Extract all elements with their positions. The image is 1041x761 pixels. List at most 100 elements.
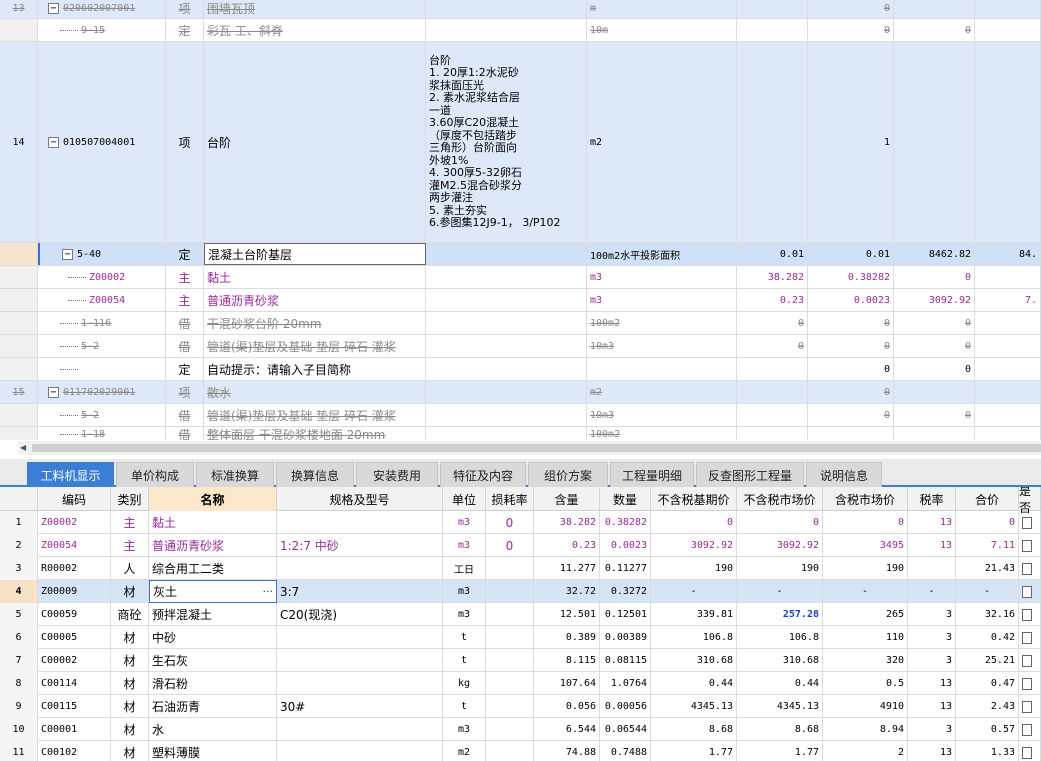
item-cell-unit[interactable]: 10m3 [587,404,737,426]
collapse-toggle-icon[interactable]: − [48,386,59,398]
resource-cell-unit[interactable]: m3 [443,580,486,603]
item-cell-unit[interactable]: m2 [587,381,737,403]
item-cell-desc[interactable] [426,335,587,357]
tab-7[interactable]: 工程量明细 [610,462,694,487]
resource-cell-base[interactable]: - [651,580,737,603]
item-cell-q1[interactable] [737,404,808,426]
item-cell-desc[interactable] [426,19,587,41]
resource-row[interactable]: 11 C00102 材 塑料薄膜 m2 74.88 0.7488 1.77 1.77 2 13 1.3… [0,741,1041,761]
item-cell-desc[interactable] [426,312,587,334]
resource-cell-total[interactable]: 7.11 [956,534,1019,557]
resource-cell-base[interactable]: 190 [651,557,737,580]
resource-cell-rate[interactable] [908,557,956,580]
item-cell-unit[interactable]: m2 [587,42,737,242]
resource-cell-name[interactable]: 黏土 [149,511,277,534]
resource-cell-loss[interactable] [486,718,534,741]
resource-cell-tax_market[interactable]: 3495 [823,534,908,557]
column-header-spec[interactable]: 规格及型号 [277,487,443,511]
item-cell-total[interactable] [975,42,1041,242]
item-cell-q1[interactable] [737,381,808,403]
resource-cell-unit[interactable]: kg [443,672,486,695]
item-cell-unit[interactable]: m [587,0,737,18]
item-cell-total[interactable] [975,335,1041,357]
horizontal-scrollbar[interactable]: ◀ [18,441,1041,455]
resource-cell-qty[interactable]: 0.08115 [600,649,651,672]
resource-cell-market[interactable]: 0.44 [737,672,823,695]
resource-cell-rate[interactable]: 13 [908,511,956,534]
resource-cell-rate[interactable]: 3 [908,626,956,649]
resource-cell-code[interactable]: C00114 [38,672,111,695]
resource-cell-qty[interactable]: 1.0764 [600,672,651,695]
item-cell-q1[interactable] [737,42,808,242]
item-cell-q1[interactable]: 0 [737,312,808,334]
item-cell-name[interactable]: 台阶 [204,42,426,242]
resource-cell-code[interactable]: C00005 [38,626,111,649]
resource-cell-name[interactable]: 灰土 ··· [149,580,277,603]
item-cell-type[interactable]: 定 [166,19,204,41]
item-cell-desc[interactable] [426,0,587,18]
item-cell-name[interactable]: 混凝土台阶基层 [204,243,426,265]
item-cell-q2[interactable]: 0 [808,358,894,380]
resource-cell-tax_market[interactable]: 0.5 [823,672,908,695]
column-header-base[interactable]: 不含税基期价 [651,487,737,511]
resource-cell-loss[interactable]: 0 [486,534,534,557]
resource-cell-qty[interactable]: 0.38282 [600,511,651,534]
resource-cell-code[interactable]: C00001 [38,718,111,741]
resource-cell-total[interactable]: 2.43 [956,695,1019,718]
item-cell-code[interactable]: 1-18 [38,427,166,440]
resource-cell-rate[interactable]: - [908,580,956,603]
item-cell-unit[interactable]: 100m2 [587,312,737,334]
resource-cell-unit[interactable]: m3 [443,718,486,741]
resource-cell-content[interactable]: 0.056 [534,695,600,718]
tab-9[interactable]: 说明信息 [806,462,882,487]
resource-cell-name[interactable]: 水 [149,718,277,741]
row-checkbox[interactable] [1022,516,1032,529]
item-cell-q1[interactable]: 0.01 [737,243,808,265]
item-cell-price[interactable]: 0 [894,19,975,41]
resource-cell-qty[interactable]: 0.11277 [600,557,651,580]
item-cell-q2[interactable]: 1 [808,42,894,242]
resource-cell-total[interactable]: 1.33 [956,741,1019,761]
resource-cell-tax_market[interactable]: 190 [823,557,908,580]
resource-cell-content[interactable]: 32.72 [534,580,600,603]
item-cell-price[interactable] [894,427,975,440]
resource-cell-qty[interactable]: 0.12501 [600,603,651,626]
resource-cell-unit[interactable]: t [443,695,486,718]
resource-cell-cat[interactable]: 材 [111,718,149,741]
resource-cell-cat[interactable]: 材 [111,741,149,761]
row-checkbox[interactable] [1022,608,1032,621]
resource-cell-flag[interactable] [1019,511,1041,534]
resource-cell-spec[interactable] [277,649,443,672]
resource-cell-spec[interactable] [277,718,443,741]
item-cell-q1[interactable]: 0 [737,335,808,357]
column-header-n[interactable] [0,487,38,511]
item-cell-code[interactable]: −020602007001 [38,0,166,18]
resource-cell-name[interactable]: 预拌混凝土 [149,603,277,626]
resource-cell-name[interactable]: 综合用工二类 [149,557,277,580]
resource-cell-total[interactable]: 0.57 [956,718,1019,741]
item-row[interactable]: 13−020602007001 项 围墙瓦顶 m 0 [0,0,1041,19]
item-cell-total[interactable] [975,0,1041,18]
resource-row[interactable]: 2 Z00054 主 普通沥青砂浆 1:2:7 中砂 m3 0 0.23 0.0023 3092.… [0,534,1041,557]
resource-cell-tax_market[interactable]: 320 [823,649,908,672]
resource-cell-unit[interactable]: t [443,649,486,672]
item-cell-code[interactable]: 5-2 [38,404,166,426]
item-cell-type[interactable]: 定 [166,243,204,265]
resource-cell-market[interactable]: 1.77 [737,741,823,761]
item-cell-q1[interactable] [737,358,808,380]
resource-cell-name[interactable]: 石油沥青 [149,695,277,718]
collapse-toggle-icon[interactable]: − [62,248,73,260]
item-cell-q1[interactable] [737,427,808,440]
column-header-unit[interactable]: 单位 [443,487,486,511]
column-header-name[interactable]: 名称 [149,487,277,511]
resource-cell-unit[interactable]: 工日 [443,557,486,580]
resource-cell-market[interactable]: - [737,580,823,603]
resource-cell-loss[interactable] [486,649,534,672]
resource-cell-market[interactable]: 106.8 [737,626,823,649]
item-cell-desc[interactable] [426,381,587,403]
resource-cell-content[interactable]: 6.544 [534,718,600,741]
item-row[interactable]: 15−011702029001 项 散水 m2 0 [0,381,1041,404]
tab-2[interactable]: 标准换算 [196,462,274,487]
item-cell-total[interactable] [975,381,1041,403]
resource-cell-qty[interactable]: 0.3272 [600,580,651,603]
